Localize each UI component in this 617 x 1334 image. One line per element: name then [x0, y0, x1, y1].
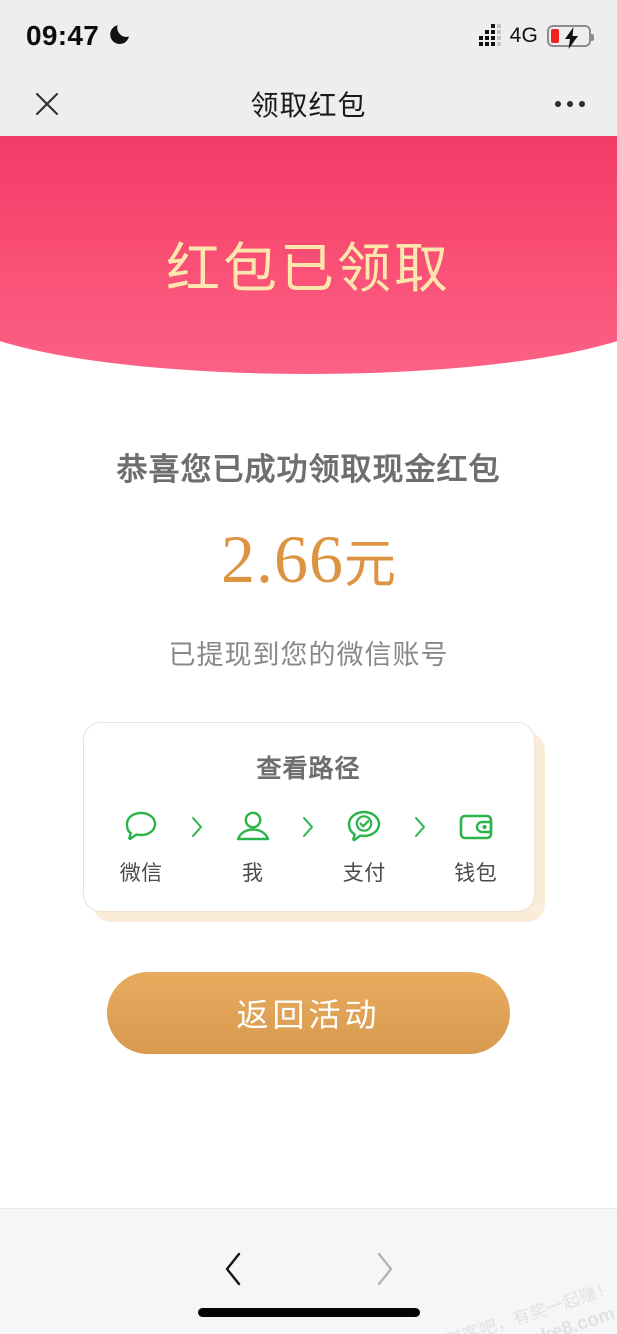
status-bar: 09:47 4G — [0, 0, 617, 72]
page-title: 领取红包 — [250, 90, 367, 121]
main-content: 恭喜您已成功领取现金红包 2.66元 已提现到您的微信账号 查看路径 微信 我 … — [0, 374, 617, 1054]
path-card-wrapper: 查看路径 微信 我 支付 钱包 — [82, 722, 545, 922]
battery-charging-icon — [547, 25, 594, 49]
close-icon[interactable] — [26, 83, 68, 125]
path-step-label: 微信 — [119, 862, 163, 885]
browser-bottom-bar: 赚客吧，有奖一起赚！ www.zuanke8.com — [0, 1208, 617, 1334]
return-to-activity-button[interactable]: 返回活动 — [107, 972, 510, 1054]
hero-banner: 红包已领取 — [0, 136, 617, 374]
amount-display: 2.66元 — [0, 525, 617, 593]
status-clock: 09:47 — [26, 20, 100, 51]
signal-bars-icon — [478, 23, 501, 46]
chevron-right-icon — [404, 805, 436, 849]
withdraw-note: 已提现到您的微信账号 — [168, 640, 449, 670]
status-bar-left: 09:47 — [26, 20, 132, 52]
path-steps: 微信 我 支付 钱包 — [84, 805, 534, 887]
hero-title: 红包已领取 — [166, 239, 451, 299]
amount-unit: 元 — [343, 536, 396, 594]
path-card: 查看路径 微信 我 支付 钱包 — [82, 722, 535, 912]
watermark: 赚客吧，有奖一起赚！ www.zuanke8.com — [444, 1278, 617, 1334]
home-indicator[interactable] — [197, 1308, 420, 1317]
path-card-title: 查看路径 — [256, 755, 361, 783]
path-step-wechat: 微信 — [102, 805, 181, 887]
chevron-left-icon[interactable] — [210, 1245, 258, 1293]
network-type-label: 4G — [509, 24, 538, 47]
chevron-right-icon — [292, 805, 324, 849]
amount-value: 2.66 — [220, 521, 344, 597]
moon-icon — [108, 22, 132, 51]
path-step-label: 钱包 — [454, 862, 498, 885]
path-step-pay: 支付 — [325, 805, 404, 887]
person-icon — [232, 805, 274, 849]
path-step-label: 我 — [241, 862, 264, 885]
path-step-me: 我 — [213, 805, 292, 887]
chevron-right-icon — [181, 805, 213, 849]
chevron-right-icon[interactable] — [360, 1245, 408, 1293]
path-step-wallet: 钱包 — [436, 805, 515, 887]
path-step-label: 支付 — [342, 862, 386, 885]
wallet-icon — [455, 805, 497, 849]
chat-bubble-icon — [120, 805, 162, 849]
pay-check-bubble-icon — [343, 805, 385, 849]
congrats-message: 恭喜您已成功领取现金红包 — [116, 452, 501, 487]
nav-bar: 领取红包 — [0, 72, 617, 136]
watermark-line-2: www.zuanke8.com — [451, 1300, 617, 1334]
status-bar-right: 4G — [478, 23, 594, 49]
watermark-line-1: 赚客吧，有奖一起赚！ — [443, 1278, 617, 1334]
phone-screen: 09:47 4G 领取红包 红包已领取 恭喜您已成功领取现金红包 2.66元 已… — [0, 0, 617, 1334]
more-options-icon[interactable] — [549, 83, 591, 125]
